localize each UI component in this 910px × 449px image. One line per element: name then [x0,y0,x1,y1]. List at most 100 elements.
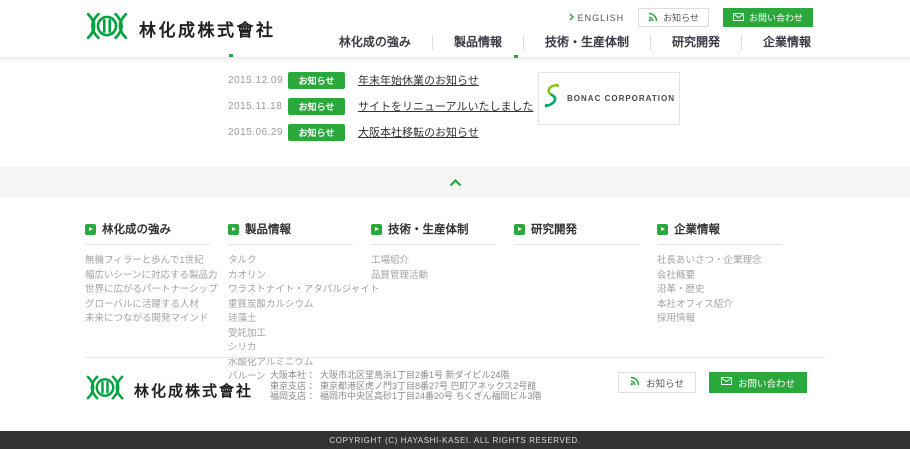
site-header: 林化成株式會社 ENGLISH [0,0,910,57]
arrow-square-icon [657,224,668,235]
news-link[interactable]: 大阪本社移転のお知らせ [358,124,479,140]
address-tokyo: 東京支店 ： 東京都港区虎ノ門3丁目8番27号 巴町アネックス2号館 [270,381,542,392]
mail-icon [721,377,732,388]
footer-col-company: 企業情報 社長あいさつ・企業理念 会社概要 沿革・歴史 本社オフィス紹介 採用情… [657,221,800,385]
footer-heading-strengths[interactable]: 林化成の強み [85,221,210,245]
nav-label: 研究開発 [672,35,720,49]
green-tick-decoration [229,54,233,57]
footer-heading-label: 研究開発 [531,221,577,237]
header-contact-button[interactable]: お問い合わせ [723,8,813,27]
footer-link[interactable]: 社長あいさつ・企業理念 [657,254,782,269]
news-row: 2015.11.18 お知らせ サイトをリニューアルいたしました [228,96,540,116]
footer-link[interactable]: 受託加工 [228,327,353,342]
footer-heading-products[interactable]: 製品情報 [228,221,353,245]
english-label: ENGLISH [578,13,625,23]
bonac-banner[interactable]: BONAC CORPORATION [538,72,680,125]
footer-heading-label: 林化成の強み [102,221,171,237]
footer-divider [85,357,825,358]
copyright-bar: COPYRIGHT (C) HAYASHI-KASEI. ALL RIGHTS … [0,431,910,449]
footer-buttons: お知らせ お問い合わせ [618,372,807,393]
rss-icon [648,12,658,24]
header-contact-label: お問い合わせ [749,11,803,24]
nav-item-products[interactable]: 製品情報 [432,35,523,50]
footer-link[interactable]: 工場紹介 [371,254,496,269]
footer-contact-label: お問い合わせ [738,376,795,390]
footer-link[interactable]: 重質炭酸カルシウム [228,298,353,313]
news-row: 2015.12.09 お知らせ 年末年始休業のお知らせ [228,70,540,90]
footer-heading-label: 企業情報 [674,221,720,237]
nav-item-company[interactable]: 企業情報 [741,35,832,50]
hayashi-kasei-emblem-icon [85,10,129,47]
green-tick-decoration [514,55,518,58]
arrow-square-icon [228,224,239,235]
footer-link[interactable]: 本社オフィス紹介 [657,298,782,313]
header-utility: ENGLISH お知らせ [569,8,813,27]
office-addresses: 大阪本社 ： 大阪市北区堂島浜1丁目2番1号 新ダイビル24階 東京支店 ： 東… [270,370,542,402]
footer-link[interactable]: 無機フィラーと歩んで1世紀 [85,254,210,269]
address-fukuoka: 福岡支店 ： 福岡市中央区高砂1丁目24番20号 ちくぎん福岡ビル3階 [270,391,542,402]
news-date: 2015.12.09 [228,75,288,86]
footer-notice-button[interactable]: お知らせ [618,372,696,393]
footer-link[interactable]: 品質管理活動 [371,269,496,284]
footer-link[interactable]: 会社概要 [657,269,782,284]
arrow-square-icon [514,224,525,235]
footer-heading-technology[interactable]: 技術・生産体制 [371,221,496,245]
chevron-up-icon [449,175,462,190]
header-notice-label: お知らせ [663,11,699,24]
english-link[interactable]: ENGLISH [569,13,625,23]
news-date: 2015.06.29 [228,127,288,138]
footer-link[interactable]: 幅広いシーンに対応する製品力 [85,269,210,284]
footer-logo-text: 林化成株式會社 [134,380,253,401]
address-osaka: 大阪本社 ： 大阪市北区堂島浜1丁目2番1号 新ダイビル24階 [270,370,542,381]
arrow-square-icon [85,224,96,235]
bonac-logo-icon [543,83,561,114]
footer-notice-label: お知らせ [646,376,684,390]
footer-col-strengths: 林化成の強み 無機フィラーと歩んで1世紀 幅広いシーンに対応する製品力 世界に広… [85,221,228,385]
header-logo[interactable]: 林化成株式會社 [85,10,276,47]
back-to-top-band [0,167,910,197]
news-link[interactable]: 年末年始休業のお知らせ [358,72,479,88]
footer-contact-button[interactable]: お問い合わせ [709,372,807,393]
footer-link[interactable]: グローバルに活躍する人材 [85,298,210,313]
footer-link[interactable]: ワラストナイト・アタパルジャイト [228,283,353,298]
news-category-badge: お知らせ [288,72,345,89]
footer-link[interactable]: 採用情報 [657,312,782,327]
footer-link[interactable]: 世界に広がるパートナーシップ [85,283,210,298]
footer-heading-label: 製品情報 [245,221,291,237]
nav-label: 技術・生産体制 [545,35,629,49]
footer-link[interactable]: シリカ [228,341,353,356]
mail-icon [733,13,744,23]
main-nav: 林化成の強み 製品情報 技術・生産体制 研究開発 企業情報 [318,35,832,50]
footer-heading-research[interactable]: 研究開発 [514,221,639,245]
nav-item-strengths[interactable]: 林化成の強み [318,35,432,50]
footer-link[interactable]: タルク [228,254,353,269]
footer-col-technology: 技術・生産体制 工場紹介 品質管理活動 [371,221,514,385]
chevron-right-icon [569,13,574,23]
header-notice-button[interactable]: お知らせ [638,8,709,27]
back-to-top-button[interactable] [439,171,472,194]
footer-logo[interactable]: 林化成株式會社 [85,373,253,407]
nav-item-technology[interactable]: 技術・生産体制 [523,35,650,50]
footer-link[interactable]: 沿革・歴史 [657,283,782,298]
nav-label: 企業情報 [763,35,811,49]
rss-icon [630,376,640,389]
site-footer: 林化成の強み 無機フィラーと歩んで1世紀 幅広いシーンに対応する製品力 世界に広… [0,197,910,432]
news-category-badge: お知らせ [288,98,345,115]
nav-label: 製品情報 [454,35,502,49]
footer-col-products: 製品情報 タルク カオリン ワラストナイト・アタパルジャイト 重質炭酸カルシウム… [228,221,371,385]
arrow-square-icon [371,224,382,235]
bonac-banner-label: BONAC CORPORATION [567,94,675,103]
footer-link[interactable]: 未来につながる開発マインド [85,312,210,327]
nav-label: 林化成の強み [339,35,411,49]
footer-col-research: 研究開発 [514,221,657,385]
footer-bottom: 林化成株式會社 大阪本社 ： 大阪市北区堂島浜1丁目2番1号 新ダイビル24階 … [85,367,825,421]
footer-link[interactable]: カオリン [228,269,353,284]
logo-text: 林化成株式會社 [139,16,276,41]
footer-link[interactable]: 珪藻土 [228,312,353,327]
news-date: 2015.11.18 [228,101,288,112]
nav-item-research[interactable]: 研究開発 [650,35,741,50]
news-section: 2015.12.09 お知らせ 年末年始休業のお知らせ 2015.11.18 お… [0,57,910,167]
news-link[interactable]: サイトをリニューアルいたしました [358,98,533,114]
news-row: 2015.06.29 お知らせ 大阪本社移転のお知らせ [228,122,540,142]
footer-heading-company[interactable]: 企業情報 [657,221,782,245]
